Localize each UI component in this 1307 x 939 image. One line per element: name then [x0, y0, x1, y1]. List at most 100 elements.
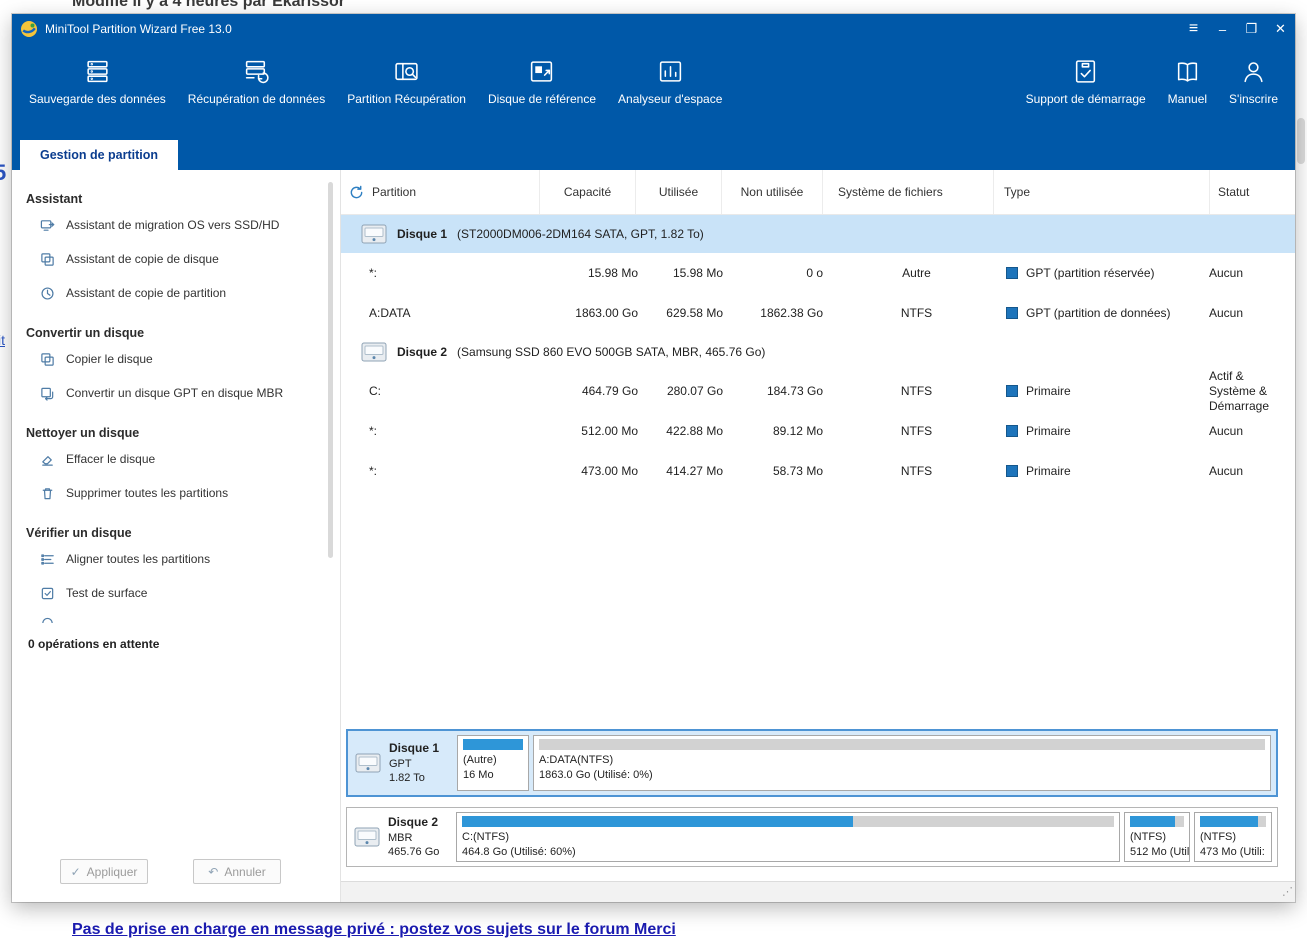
sidebar-item-copy-disk[interactable]: Copier le disque [12, 342, 340, 376]
sidebar-item-wipe-disk[interactable]: Effacer le disque [12, 442, 340, 476]
usage-bar [462, 816, 1114, 827]
partition-type-square-icon [1006, 465, 1018, 477]
disk-map-segment[interactable]: (NTFS) 512 Mo (Utili: [1124, 812, 1190, 862]
partition-row[interactable]: *: 512.00 Mo 422.88 Mo 89.12 Mo NTFS Pri… [341, 411, 1295, 451]
toolbar-manual[interactable]: Manuel [1157, 56, 1218, 108]
main-panel: Partition Capacité Utilisée Non utilisée… [341, 170, 1295, 902]
column-label: Utilisée [659, 185, 698, 199]
disk-group-row-1[interactable]: Disque 1 (ST2000DM006-2DM164 SATA, GPT, … [341, 215, 1295, 253]
cell-type: GPT (partition de données) [994, 293, 1199, 333]
sidebar-item-truncated[interactable] [12, 610, 340, 623]
titlebar[interactable]: MiniTool Partition Wizard Free 13.0 ≡ – … [12, 14, 1295, 44]
tab-partition-management[interactable]: Gestion de partition [20, 140, 178, 170]
column-header-partition[interactable]: Partition [341, 170, 539, 214]
data-backup-icon [84, 58, 111, 85]
sidebar-item-delete-partitions[interactable]: Supprimer toutes les partitions [12, 476, 340, 510]
menu-button[interactable]: ≡ [1179, 14, 1208, 44]
toolbar-disk-benchmark[interactable]: Disque de référence [477, 56, 607, 108]
bootable-media-icon [1072, 58, 1099, 85]
sidebar-item-label: Assistant de copie de partition [66, 286, 226, 300]
data-recovery-icon [243, 58, 270, 85]
column-header-filesystem[interactable]: Système de fichiers [822, 170, 993, 214]
toolbar-data-recovery[interactable]: Récupération de données [177, 56, 336, 108]
cancel-button[interactable]: ↶ Annuler [193, 859, 281, 884]
partition-recovery-icon [393, 58, 420, 85]
sidebar-item-migrate-os[interactable]: Assistant de migration OS vers SSD/HD [12, 208, 340, 242]
apply-button[interactable]: ✓ Appliquer [60, 859, 148, 884]
disk-icon [361, 342, 387, 362]
sidebar: Assistant Assistant de migration OS vers… [12, 170, 341, 902]
disk-map-segments: C:(NTFS) 464.8 Go (Utilisé: 60%) (NTFS) … [456, 808, 1277, 866]
sidebar-item-surface-test[interactable]: Test de surface [12, 576, 340, 610]
disk-map-disk-1[interactable]: Disque 1 GPT 1.82 To (Autre) 16 Mo [346, 729, 1278, 797]
cell-unused: 89.12 Mo [739, 411, 839, 451]
toolbar-partition-recovery[interactable]: Partition Récupération [336, 56, 477, 108]
toolbar-bootable-media[interactable]: Support de démarrage [1015, 56, 1157, 108]
pending-operations-label: 0 opérations en attente [28, 637, 340, 651]
cell-type: Primaire [994, 451, 1199, 491]
surface-test-icon [40, 586, 55, 601]
cell-partition: *: [341, 451, 559, 491]
disk-map-segment[interactable]: C:(NTFS) 464.8 Go (Utilisé: 60%) [456, 812, 1120, 862]
manual-icon [1174, 58, 1201, 85]
status-bar: ⋰ [341, 881, 1295, 902]
cell-unused: 184.73 Go [739, 371, 839, 411]
minimize-button[interactable]: – [1208, 14, 1237, 44]
column-header-unused[interactable]: Non utilisée [721, 170, 822, 214]
column-label: Type [1004, 185, 1030, 199]
sidebar-scrollbar-thumb[interactable] [328, 182, 333, 558]
cell-type: GPT (partition réservée) [994, 253, 1199, 293]
type-label: Primaire [1026, 464, 1071, 478]
toolbar-register[interactable]: S'inscrire [1218, 56, 1289, 108]
check-icon: ✓ [71, 865, 81, 879]
refresh-icon[interactable] [349, 185, 364, 200]
sidebar-item-copy-partition-wizard[interactable]: Assistant de copie de partition [12, 276, 340, 310]
sidebar-item-convert-gpt-mbr[interactable]: Convertir un disque GPT en disque MBR [12, 376, 340, 410]
disk-group-row-2[interactable]: Disque 2 (Samsung SSD 860 EVO 500GB SATA… [341, 333, 1295, 371]
segment-label: C:(NTFS) [462, 830, 1114, 845]
disk-icon [355, 753, 381, 773]
cell-partition: *: [341, 253, 559, 293]
partition-row[interactable]: *: 15.98 Mo 15.98 Mo 0 o Autre GPT (part… [341, 253, 1295, 293]
cell-capacity: 464.79 Go [559, 371, 654, 411]
cell-partition: A:DATA [341, 293, 559, 333]
close-button[interactable]: ✕ [1266, 14, 1295, 44]
partition-row[interactable]: *: 473.00 Mo 414.27 Mo 58.73 Mo NTFS Pri… [341, 451, 1295, 491]
column-label: Partition [372, 185, 416, 199]
page-scrollbar-thumb[interactable] [1297, 118, 1305, 164]
column-header-status[interactable]: Statut [1209, 170, 1295, 214]
column-header-used[interactable]: Utilisée [635, 170, 721, 214]
window-controls: ≡ – ❐ ✕ [1179, 14, 1295, 44]
toolbar-data-backup[interactable]: Sauvegarde des données [18, 56, 177, 108]
disk-map-segment[interactable]: A:DATA(NTFS) 1863.0 Go (Utilisé: 0%) [533, 735, 1271, 791]
toolbar-space-analyzer[interactable]: Analyseur d'espace [607, 56, 733, 108]
sidebar-item-copy-disk-wizard[interactable]: Assistant de copie de disque [12, 242, 340, 276]
toolbar-label: Partition Récupération [347, 92, 466, 106]
column-header-type[interactable]: Type [993, 170, 1209, 214]
cell-used: 422.88 Mo [654, 411, 739, 451]
segment-label: A:DATA(NTFS) [539, 753, 1265, 768]
usage-bar [463, 739, 523, 750]
toolbar-label: Récupération de données [188, 92, 325, 106]
background-fragment-number: 5 [0, 160, 6, 186]
partition-row[interactable]: A:DATA 1863.00 Go 629.58 Mo 1862.38 Go N… [341, 293, 1295, 333]
partition-row[interactable]: C: 464.79 Go 280.07 Go 184.73 Go NTFS Pr… [341, 371, 1295, 411]
segment-detail: 1863.0 Go (Utilisé: 0%) [539, 768, 1265, 783]
background-page-link-bottom[interactable]: Pas de prise en charge en message privé … [72, 921, 676, 939]
partition-type-square-icon [1006, 267, 1018, 279]
sidebar-item-align-partitions[interactable]: Aligner toutes les partitions [12, 542, 340, 576]
cell-type: Primaire [994, 371, 1199, 411]
sidebar-section-clean: Nettoyer un disque [26, 426, 340, 440]
disk-map-segment[interactable]: (NTFS) 473 Mo (Utili: [1194, 812, 1272, 862]
usage-bar [539, 739, 1265, 750]
resize-grip[interactable]: ⋰ [1282, 887, 1292, 898]
cell-used: 414.27 Mo [654, 451, 739, 491]
disk-map-disk-2[interactable]: Disque 2 MBR 465.76 Go C:(NTFS) 464.8 Go… [346, 807, 1278, 867]
maximize-button[interactable]: ❐ [1237, 14, 1266, 44]
sidebar-item-label: Convertir un disque GPT en disque MBR [66, 386, 283, 400]
background-fragment-link[interactable]: it [0, 332, 5, 348]
column-header-capacity[interactable]: Capacité [539, 170, 635, 214]
disk-map-segment[interactable]: (Autre) 16 Mo [457, 735, 529, 791]
toolbar-label: Analyseur d'espace [618, 92, 722, 106]
disk-icon [361, 224, 387, 244]
